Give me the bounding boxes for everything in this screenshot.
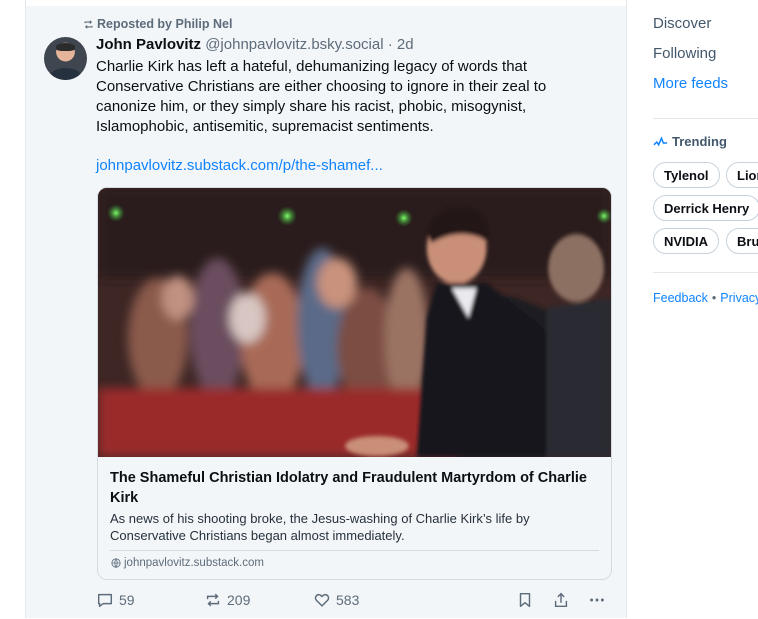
embed-domain: johnpavlovitz.substack.com — [111, 557, 264, 569]
like-icon — [314, 593, 330, 607]
post[interactable]: Reposted by Philip Nel John Pavlovitz @j… — [26, 6, 626, 618]
embed-image — [98, 188, 611, 457]
footer-links: Feedback • Privacy — [653, 291, 758, 305]
author-name[interactable]: John Pavlovitz — [96, 36, 201, 53]
author-handle[interactable]: @johnpavlovitz.bsky.social — [205, 36, 383, 53]
feed-link-following[interactable]: Following — [653, 45, 716, 62]
link-embed-card[interactable]: The Shameful Christian Idolatry and Frau… — [97, 187, 612, 580]
feedback-link[interactable]: Feedback — [653, 291, 708, 305]
globe-icon — [111, 558, 121, 568]
embed-domain-label: johnpavlovitz.substack.com — [124, 557, 264, 569]
trending-chip[interactable]: Lion — [726, 162, 758, 188]
share-button[interactable] — [552, 591, 570, 609]
more-options-button[interactable] — [588, 591, 606, 609]
like-count: 583 — [336, 592, 360, 608]
divider — [653, 272, 758, 273]
repost-count: 209 — [227, 592, 251, 608]
like-button[interactable]: 583 — [313, 591, 359, 609]
embed-divider — [110, 550, 599, 551]
trending-icon — [653, 135, 668, 146]
trending-chip[interactable]: Tylenol — [653, 162, 720, 188]
post-text: Charlie Kirk has left a hateful, dehuman… — [96, 58, 547, 135]
trending-title: Trending — [672, 134, 727, 149]
post-header: John Pavlovitz @johnpavlovitz.bsky.socia… — [96, 36, 414, 53]
footer-bullet: • — [711, 291, 717, 305]
embed-description: As news of his shooting broke, the Jesus… — [110, 511, 530, 543]
trending-chip[interactable]: NVIDIA — [653, 228, 720, 254]
feed-link-more-feeds[interactable]: More feeds — [653, 75, 728, 92]
post-age[interactable]: 2d — [397, 36, 414, 53]
share-icon — [554, 592, 568, 608]
embed-title: The Shameful Christian Idolatry and Frau… — [110, 470, 587, 506]
repost-icon — [206, 593, 220, 607]
reply-count: 59 — [119, 592, 135, 608]
repost-indicator[interactable]: Reposted by Philip Nel — [83, 17, 232, 31]
repost-button[interactable]: 209 — [204, 591, 250, 609]
repost-label: Reposted by Philip Nel — [97, 17, 233, 31]
divider — [653, 118, 758, 119]
header-separator: · — [387, 36, 393, 53]
repost-icon — [84, 19, 93, 29]
feed-column: Reposted by Philip Nel John Pavlovitz @j… — [25, 0, 627, 618]
privacy-link[interactable]: Privacy — [720, 291, 758, 305]
trending-chip[interactable]: Derrick Henry — [653, 195, 758, 221]
feed-link-discover[interactable]: Discover — [653, 15, 711, 32]
bookmark-button[interactable] — [516, 591, 534, 609]
more-options-icon — [590, 598, 604, 602]
reply-icon — [97, 593, 113, 608]
avatar[interactable] — [44, 37, 87, 80]
post-actions: 59 209 583 — [26, 591, 626, 619]
post-link[interactable]: johnpavlovitz.substack.com/p/the-shamef.… — [96, 157, 383, 174]
bookmark-icon — [519, 592, 531, 608]
reply-button[interactable]: 59 — [96, 591, 135, 609]
trending-header: Trending — [653, 134, 727, 149]
trending-chip[interactable]: Bru — [726, 228, 758, 254]
right-sidebar: Discover Following More feeds Trending T… — [653, 0, 758, 618]
